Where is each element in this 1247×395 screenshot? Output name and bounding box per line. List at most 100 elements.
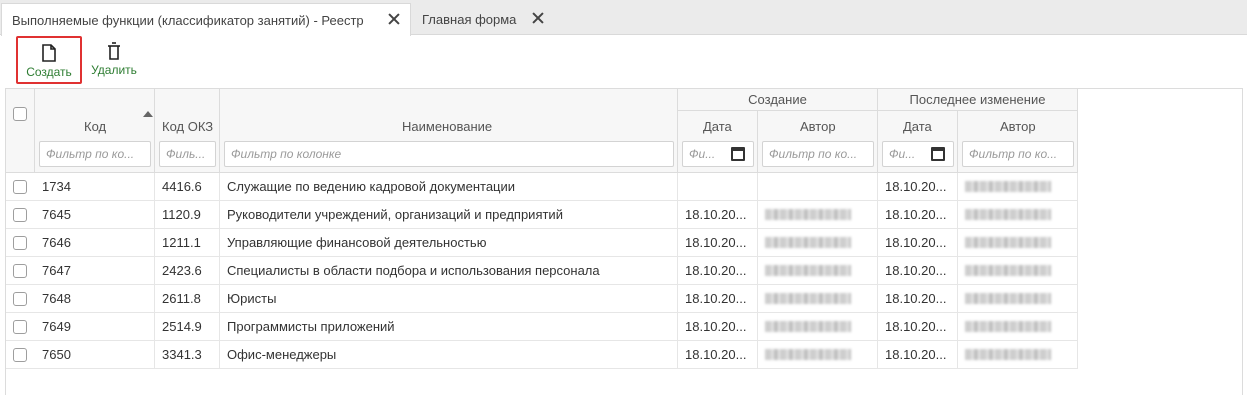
redacted-author: [765, 265, 851, 276]
new-document-icon: [42, 44, 56, 62]
column-header-created-author-label: Автор: [800, 119, 836, 134]
cell-modified-date: 18.10.20...: [878, 313, 958, 341]
table-row[interactable]: 7649 2514.9 Программисты приложений 18.10.2…: [6, 313, 1078, 341]
cell-created-date: 18.10.20...: [678, 341, 758, 369]
data-grid: Код Фильтр по ко... Код ОКЗ Филь... Наим…: [5, 88, 1243, 395]
filter-name[interactable]: Фильтр по колонке: [224, 141, 674, 167]
table-row[interactable]: 1734 4416.6 Служащие по ведению кадровой д…: [6, 173, 1078, 201]
cell-created-date: 18.10.20...: [678, 285, 758, 313]
cell-modified-date: 18.10.20...: [878, 229, 958, 257]
cell-modified-date: 18.10.20...: [878, 257, 958, 285]
table-row[interactable]: 7645 1120.9 Руководители учреждений, орган…: [6, 201, 1078, 229]
cell-code: 7645: [35, 201, 155, 229]
row-checkbox[interactable]: [13, 348, 27, 362]
row-checkbox[interactable]: [13, 236, 27, 250]
redacted-author: [765, 293, 851, 304]
filter-modified-date[interactable]: Фи...: [882, 141, 954, 167]
select-all-checkbox[interactable]: [13, 107, 27, 121]
row-checkbox[interactable]: [13, 208, 27, 222]
row-checkbox[interactable]: [13, 292, 27, 306]
create-button[interactable]: Создать: [16, 36, 82, 84]
filter-created-date[interactable]: Фи...: [682, 141, 754, 167]
redacted-author: [965, 349, 1051, 360]
select-all-header: [6, 89, 35, 173]
filter-code[interactable]: Фильтр по ко...: [39, 141, 151, 167]
filter-modified-author[interactable]: Фильтр по ко...: [962, 141, 1074, 167]
cell-modified-author: [958, 313, 1078, 341]
cell-okz: 4416.6: [155, 173, 220, 201]
cell-okz: 1211.1: [155, 229, 220, 257]
filter-created-date-placeholder: Фи...: [689, 147, 716, 161]
calendar-icon[interactable]: [931, 147, 945, 161]
group-header-modified: Последнее изменение: [878, 89, 1078, 111]
cell-okz: 3341.3: [155, 341, 220, 369]
row-checkbox[interactable]: [13, 320, 27, 334]
cell-code: 7646: [35, 229, 155, 257]
close-icon[interactable]: [532, 12, 544, 24]
column-header-modified-date-label: Дата: [903, 119, 932, 134]
filter-okz[interactable]: Филь...: [159, 141, 216, 167]
cell-okz: 1120.9: [155, 201, 220, 229]
redacted-author: [765, 237, 851, 248]
group-header-modified-label: Последнее изменение: [909, 92, 1046, 107]
cell-okz: 2423.6: [155, 257, 220, 285]
filter-name-placeholder: Фильтр по колонке: [231, 147, 342, 161]
cell-created-date: 18.10.20...: [678, 313, 758, 341]
cell-created-date: 18.10.20...: [678, 229, 758, 257]
group-header-created-label: Создание: [748, 92, 807, 107]
cell-created-date: 18.10.20...: [678, 201, 758, 229]
delete-button[interactable]: Удалить: [87, 36, 141, 84]
table-row[interactable]: 7646 1211.1 Управляющие финансовой деятель…: [6, 229, 1078, 257]
tab-bar: Выполняемые функции (классификатор занят…: [0, 0, 1247, 36]
cell-modified-date: 18.10.20...: [878, 201, 958, 229]
cell-modified-author: [958, 173, 1078, 201]
cell-created-author: [758, 201, 878, 229]
cell-created-author: [758, 229, 878, 257]
cell-created-author: [758, 313, 878, 341]
cell-okz: 2514.9: [155, 313, 220, 341]
close-icon[interactable]: [388, 13, 400, 25]
cell-created-author: [758, 173, 878, 201]
redacted-author: [765, 321, 851, 332]
redacted-author: [965, 181, 1051, 192]
cell-code: 7648: [35, 285, 155, 313]
cell-modified-author: [958, 285, 1078, 313]
create-button-label: Создать: [26, 65, 72, 79]
table-row[interactable]: 7650 3341.3 Офис-менеджеры 18.10.20... 18.10…: [6, 341, 1078, 369]
column-header-modified-author-label: Автор: [1000, 119, 1036, 134]
tab-main-form[interactable]: Главная форма: [412, 3, 554, 35]
column-header-created-date-label: Дата: [703, 119, 732, 134]
table-row[interactable]: 7647 2423.6 Специалисты в области подбора …: [6, 257, 1078, 285]
calendar-icon[interactable]: [731, 147, 745, 161]
cell-code: 7647: [35, 257, 155, 285]
sort-ascending-icon: [143, 111, 153, 117]
filter-created-author-placeholder: Фильтр по ко...: [769, 147, 858, 161]
filter-modified-author-placeholder: Фильтр по ко...: [969, 147, 1058, 161]
table-row[interactable]: 7648 2611.8 Юристы 18.10.20... 18.10.20...: [6, 285, 1078, 313]
redacted-author: [965, 237, 1051, 248]
cell-code: 7649: [35, 313, 155, 341]
cell-okz: 2611.8: [155, 285, 220, 313]
delete-button-label: Удалить: [91, 63, 137, 77]
filter-okz-placeholder: Филь...: [166, 147, 206, 161]
filter-created-author[interactable]: Фильтр по ко...: [762, 141, 874, 167]
filter-code-placeholder: Фильтр по ко...: [46, 147, 135, 161]
redacted-author: [765, 349, 851, 360]
cell-modified-author: [958, 257, 1078, 285]
row-checkbox[interactable]: [13, 180, 27, 194]
cell-modified-date: 18.10.20...: [878, 173, 958, 201]
cell-created-author: [758, 285, 878, 313]
redacted-author: [965, 209, 1051, 220]
redacted-author: [965, 265, 1051, 276]
cell-code: 7650: [35, 341, 155, 369]
cell-modified-date: 18.10.20...: [878, 341, 958, 369]
tab-main-form-label: Главная форма: [422, 11, 517, 27]
row-checkbox[interactable]: [13, 264, 27, 278]
tab-registry[interactable]: Выполняемые функции (классификатор занят…: [1, 3, 411, 36]
column-header-name-label: Наименование: [402, 119, 493, 134]
cell-name: Управляющие финансовой деятельностью: [220, 229, 678, 257]
cell-name: Программисты приложений: [220, 313, 678, 341]
cell-name: Специалисты в области подбора и использо…: [220, 257, 678, 285]
cell-created-date: [678, 173, 758, 201]
cell-name: Служащие по ведению кадровой документаци…: [220, 173, 678, 201]
